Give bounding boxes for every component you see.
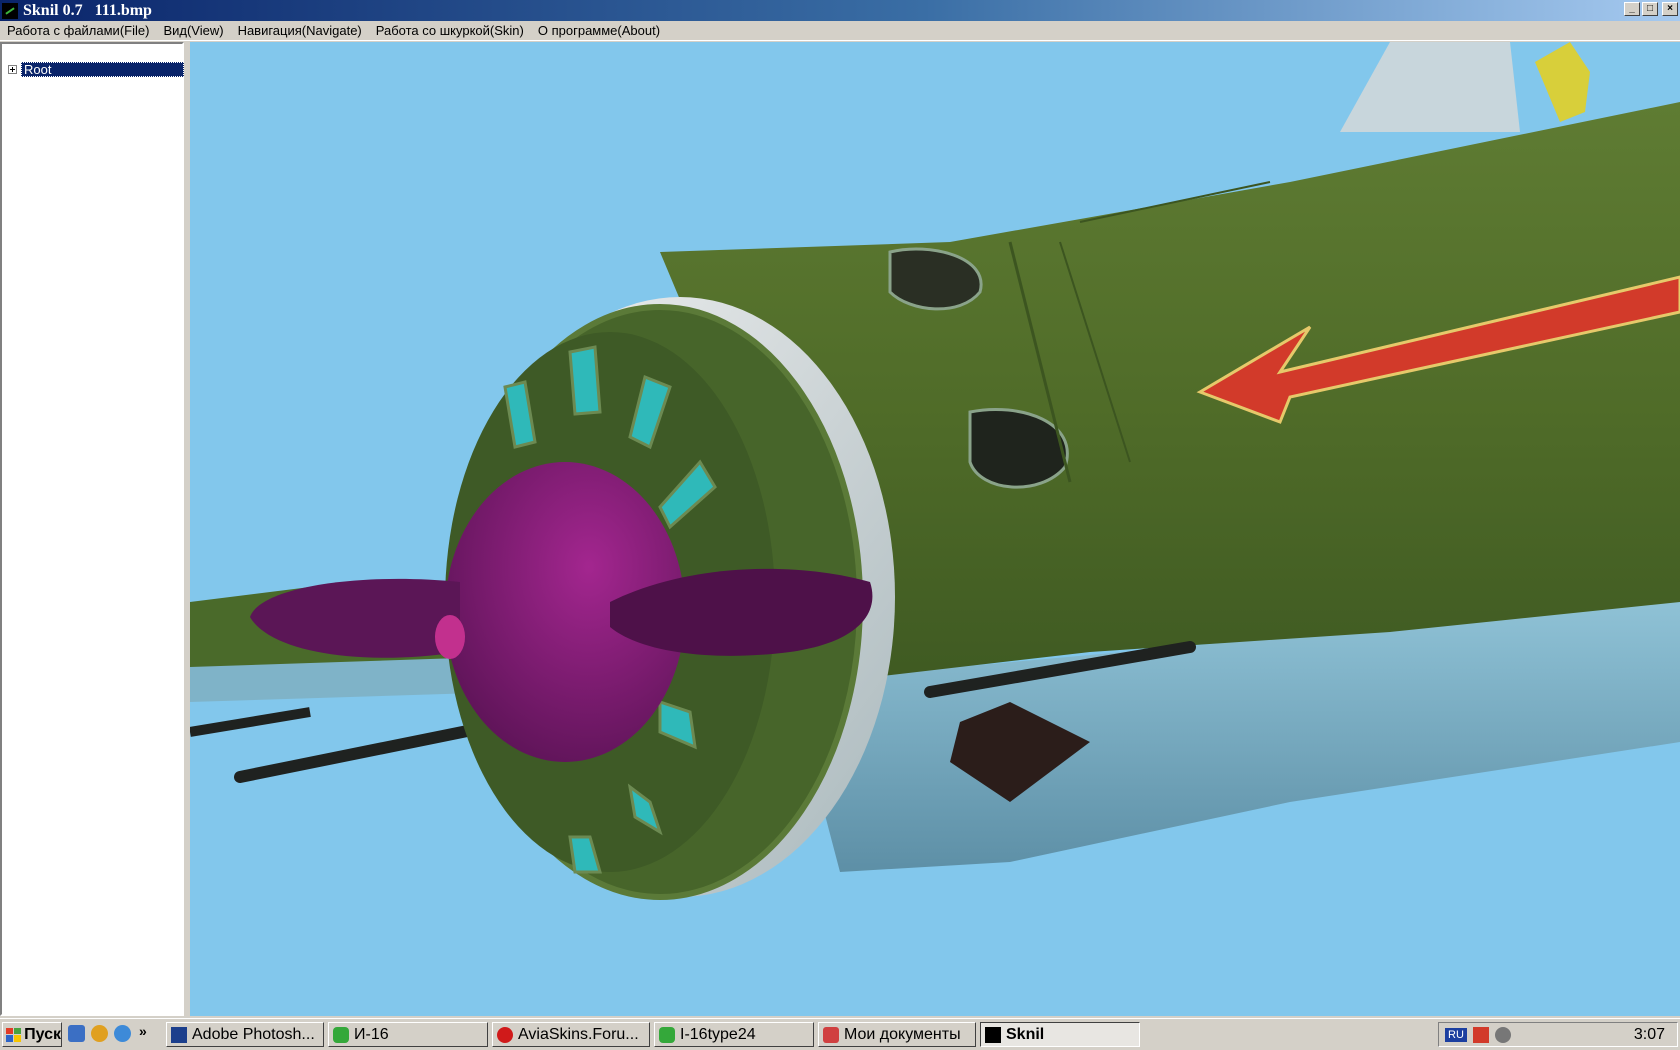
browser-icon[interactable]	[114, 1025, 131, 1042]
aircraft-render	[190, 42, 1680, 900]
window-title: Sknil 0.7 111.bmp	[23, 1, 152, 19]
chat-icon	[659, 1026, 675, 1043]
menu-navigate[interactable]: Навигация(Navigate)	[231, 23, 369, 38]
plus-expander-icon[interactable]	[8, 65, 17, 74]
minimize-button[interactable]: _	[1624, 2, 1640, 16]
media-icon[interactable]	[91, 1025, 108, 1042]
gun-barrel	[190, 707, 311, 737]
windows-flag-icon	[6, 1027, 22, 1042]
chat-icon	[333, 1026, 349, 1043]
tree-panel[interactable]: Root	[0, 42, 184, 1016]
taskbar: Пуск » Adobe Photosh... И-16 AviaSkins.F…	[0, 1018, 1680, 1050]
menu-file[interactable]: Работа с файлами(File)	[0, 23, 156, 38]
tree-item-root[interactable]: Root	[8, 62, 184, 77]
start-label: Пуск	[24, 1025, 61, 1043]
photoshop-icon	[171, 1026, 187, 1043]
system-tray: RU 3:07	[1438, 1022, 1678, 1047]
folder-icon	[823, 1026, 839, 1043]
task-i16-chat[interactable]: И-16	[328, 1022, 488, 1047]
menu-about[interactable]: О программе(About)	[531, 23, 667, 38]
title-bar: Sknil 0.7 111.bmp _ □ ×	[0, 0, 1680, 21]
volume-icon[interactable]	[1494, 1026, 1511, 1043]
show-desktop-icon[interactable]	[68, 1025, 85, 1042]
prop-hub-detail	[435, 615, 465, 659]
quick-launch-chevron[interactable]: »	[139, 1023, 147, 1039]
language-indicator[interactable]: RU	[1445, 1027, 1467, 1042]
menu-bar: Работа с файлами(File) Вид(View) Навигац…	[0, 21, 1680, 41]
task-my-documents[interactable]: Мои документы	[818, 1022, 976, 1047]
tail-fin	[1340, 42, 1520, 132]
task-sknil[interactable]: Sknil	[980, 1022, 1140, 1047]
maximize-button[interactable]: □	[1642, 2, 1658, 16]
close-button[interactable]: ×	[1662, 2, 1678, 16]
sknil-app-icon	[985, 1026, 1001, 1043]
quick-launch: »	[68, 1023, 147, 1042]
clock[interactable]: 3:07	[1634, 1026, 1665, 1044]
tree-item-root-label[interactable]: Root	[21, 62, 184, 77]
task-adobe-photoshop[interactable]: Adobe Photosh...	[166, 1022, 324, 1047]
sknil-app-icon[interactable]	[2, 2, 18, 19]
window-controls: _ □ ×	[1624, 2, 1678, 16]
3d-viewport[interactable]	[190, 42, 1680, 1016]
opera-icon	[497, 1026, 513, 1043]
menu-view[interactable]: Вид(View)	[156, 23, 230, 38]
task-i16type24-chat[interactable]: I-16type24	[654, 1022, 814, 1047]
task-aviaskins-forum[interactable]: AviaSkins.Foru...	[492, 1022, 650, 1047]
start-button[interactable]: Пуск	[2, 1022, 62, 1047]
tail-fin-tip	[1535, 42, 1590, 122]
network-warning-icon[interactable]	[1472, 1026, 1489, 1043]
menu-skin[interactable]: Работа со шкуркой(Skin)	[369, 23, 531, 38]
